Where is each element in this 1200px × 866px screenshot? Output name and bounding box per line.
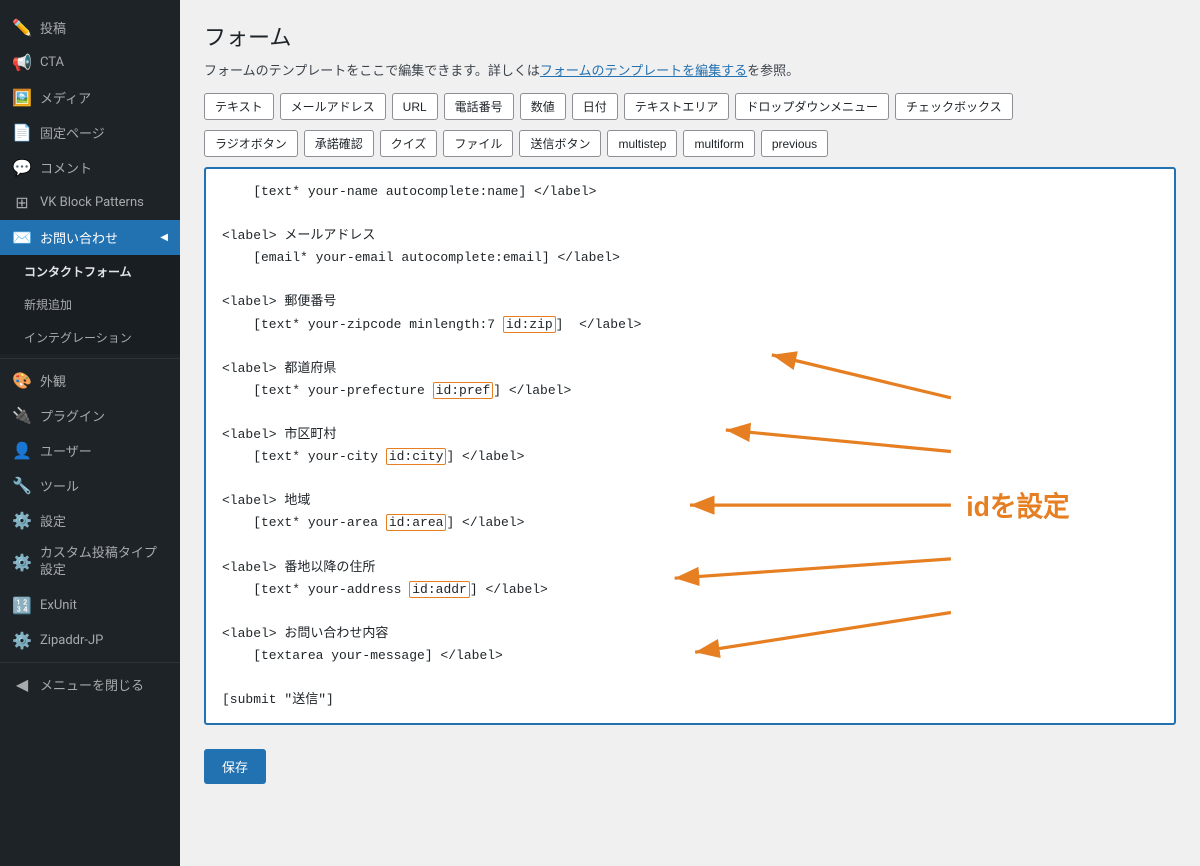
tag-buttons-row: テキスト メールアドレス URL 電話番号 数値 日付 テキストエリア ドロップ… — [204, 93, 1176, 120]
tag-btn-text[interactable]: テキスト — [204, 93, 274, 120]
sidebar-item-appearance[interactable]: 🎨 外観 — [0, 363, 180, 398]
id-zip-highlight: id:zip — [503, 316, 556, 333]
tag-buttons-row2: ラジオボタン 承諾確認 クイズ ファイル 送信ボタン multistep mul… — [204, 130, 1176, 157]
tag-btn-multiform[interactable]: multiform — [683, 130, 754, 157]
cta-icon: 📢 — [12, 53, 32, 72]
sidebar-item-media[interactable]: 🖼️ メディア — [0, 80, 180, 115]
template-link[interactable]: フォームのテンプレートを編集する — [540, 64, 747, 79]
sidebar-item-comments[interactable]: 💬 コメント — [0, 150, 180, 185]
editor-wrapper: [text* your-name autocomplete:name] </la… — [204, 167, 1176, 725]
tag-btn-email[interactable]: メールアドレス — [280, 93, 386, 120]
sidebar-item-cta[interactable]: 📢 CTA — [0, 45, 180, 80]
custom-post-icon: ⚙️ — [12, 553, 32, 572]
tag-btn-dropdown[interactable]: ドロップダウンメニュー — [735, 93, 889, 120]
tag-btn-acceptance[interactable]: 承諾確認 — [304, 130, 374, 157]
settings-icon: ⚙️ — [12, 511, 32, 530]
tag-btn-radio[interactable]: ラジオボタン — [204, 130, 298, 157]
sidebar: ✏️ 投稿 📢 CTA 🖼️ メディア 📄 固定ページ 💬 コメント ⊞ VK … — [0, 0, 180, 866]
sidebar-item-vk[interactable]: ⊞ VK Block Patterns — [0, 185, 180, 220]
zipaddr-icon: ⚙️ — [12, 631, 32, 650]
tag-btn-submit[interactable]: 送信ボタン — [519, 130, 601, 157]
sidebar-item-zipaddr[interactable]: ⚙️ Zipaddr-JP — [0, 623, 180, 658]
sidebar-item-tools[interactable]: 🔧 ツール — [0, 468, 180, 503]
sidebar-submenu-new-add[interactable]: 新規追加 — [0, 288, 180, 321]
id-pref-highlight: id:pref — [433, 382, 494, 399]
tag-btn-url[interactable]: URL — [392, 93, 438, 120]
sidebar-item-pages[interactable]: 📄 固定ページ — [0, 115, 180, 150]
tag-btn-multistep[interactable]: multistep — [607, 130, 677, 157]
main-content: フォーム フォームのテンプレートをここで編集できます。詳しくはフォームのテンプレ… — [180, 0, 1200, 866]
sidebar-item-exunit[interactable]: 🔢 ExUnit — [0, 588, 180, 623]
sidebar-item-close-menu[interactable]: ◀ メニューを閉じる — [0, 667, 180, 702]
comments-icon: 💬 — [12, 158, 32, 177]
page-title: フォーム — [204, 20, 1176, 52]
sidebar-item-settings[interactable]: ⚙️ 設定 — [0, 503, 180, 538]
sidebar-item-custom-post[interactable]: ⚙️ カスタム投稿タイプ設定 — [0, 538, 180, 588]
appearance-icon: 🎨 — [12, 371, 32, 390]
sidebar-submenu-integration[interactable]: インテグレーション — [0, 321, 180, 354]
sidebar-submenu-contact-form[interactable]: コンタクトフォーム — [0, 255, 180, 288]
vk-icon: ⊞ — [12, 193, 32, 212]
id-addr-highlight: id:addr — [409, 581, 470, 598]
media-icon: 🖼️ — [12, 88, 32, 107]
tools-icon: 🔧 — [12, 476, 32, 495]
close-menu-icon: ◀ — [12, 675, 32, 694]
id-area-highlight: id:area — [386, 514, 447, 531]
id-city-highlight: id:city — [386, 448, 447, 465]
users-icon: 👤 — [12, 441, 32, 460]
pages-icon: 📄 — [12, 123, 32, 142]
tag-btn-tel[interactable]: 電話番号 — [444, 93, 514, 120]
sidebar-item-plugins[interactable]: 🔌 プラグイン — [0, 398, 180, 433]
tag-btn-checkbox[interactable]: チェックボックス — [895, 93, 1013, 120]
tag-btn-previous[interactable]: previous — [761, 130, 828, 157]
tag-btn-file[interactable]: ファイル — [443, 130, 513, 157]
tag-btn-quiz[interactable]: クイズ — [380, 130, 438, 157]
page-description: フォームのテンプレートをここで編集できます。詳しくはフォームのテンプレートを編集… — [204, 60, 1176, 79]
tag-btn-textarea[interactable]: テキストエリア — [624, 93, 730, 120]
sidebar-item-users[interactable]: 👤 ユーザー — [0, 433, 180, 468]
posts-icon: ✏️ — [12, 18, 32, 37]
save-button[interactable]: 保存 — [204, 749, 266, 784]
sidebar-item-contact[interactable]: ✉️ お問い合わせ ◀ — [0, 220, 180, 255]
plugins-icon: 🔌 — [12, 406, 32, 425]
tag-btn-date[interactable]: 日付 — [572, 93, 618, 120]
exunit-icon: 🔢 — [12, 596, 32, 615]
sidebar-item-posts[interactable]: ✏️ 投稿 — [0, 10, 180, 45]
code-editor[interactable]: [text* your-name autocomplete:name] </la… — [204, 167, 1176, 725]
tag-btn-number[interactable]: 数値 — [520, 93, 566, 120]
contact-icon: ✉️ — [12, 228, 32, 247]
